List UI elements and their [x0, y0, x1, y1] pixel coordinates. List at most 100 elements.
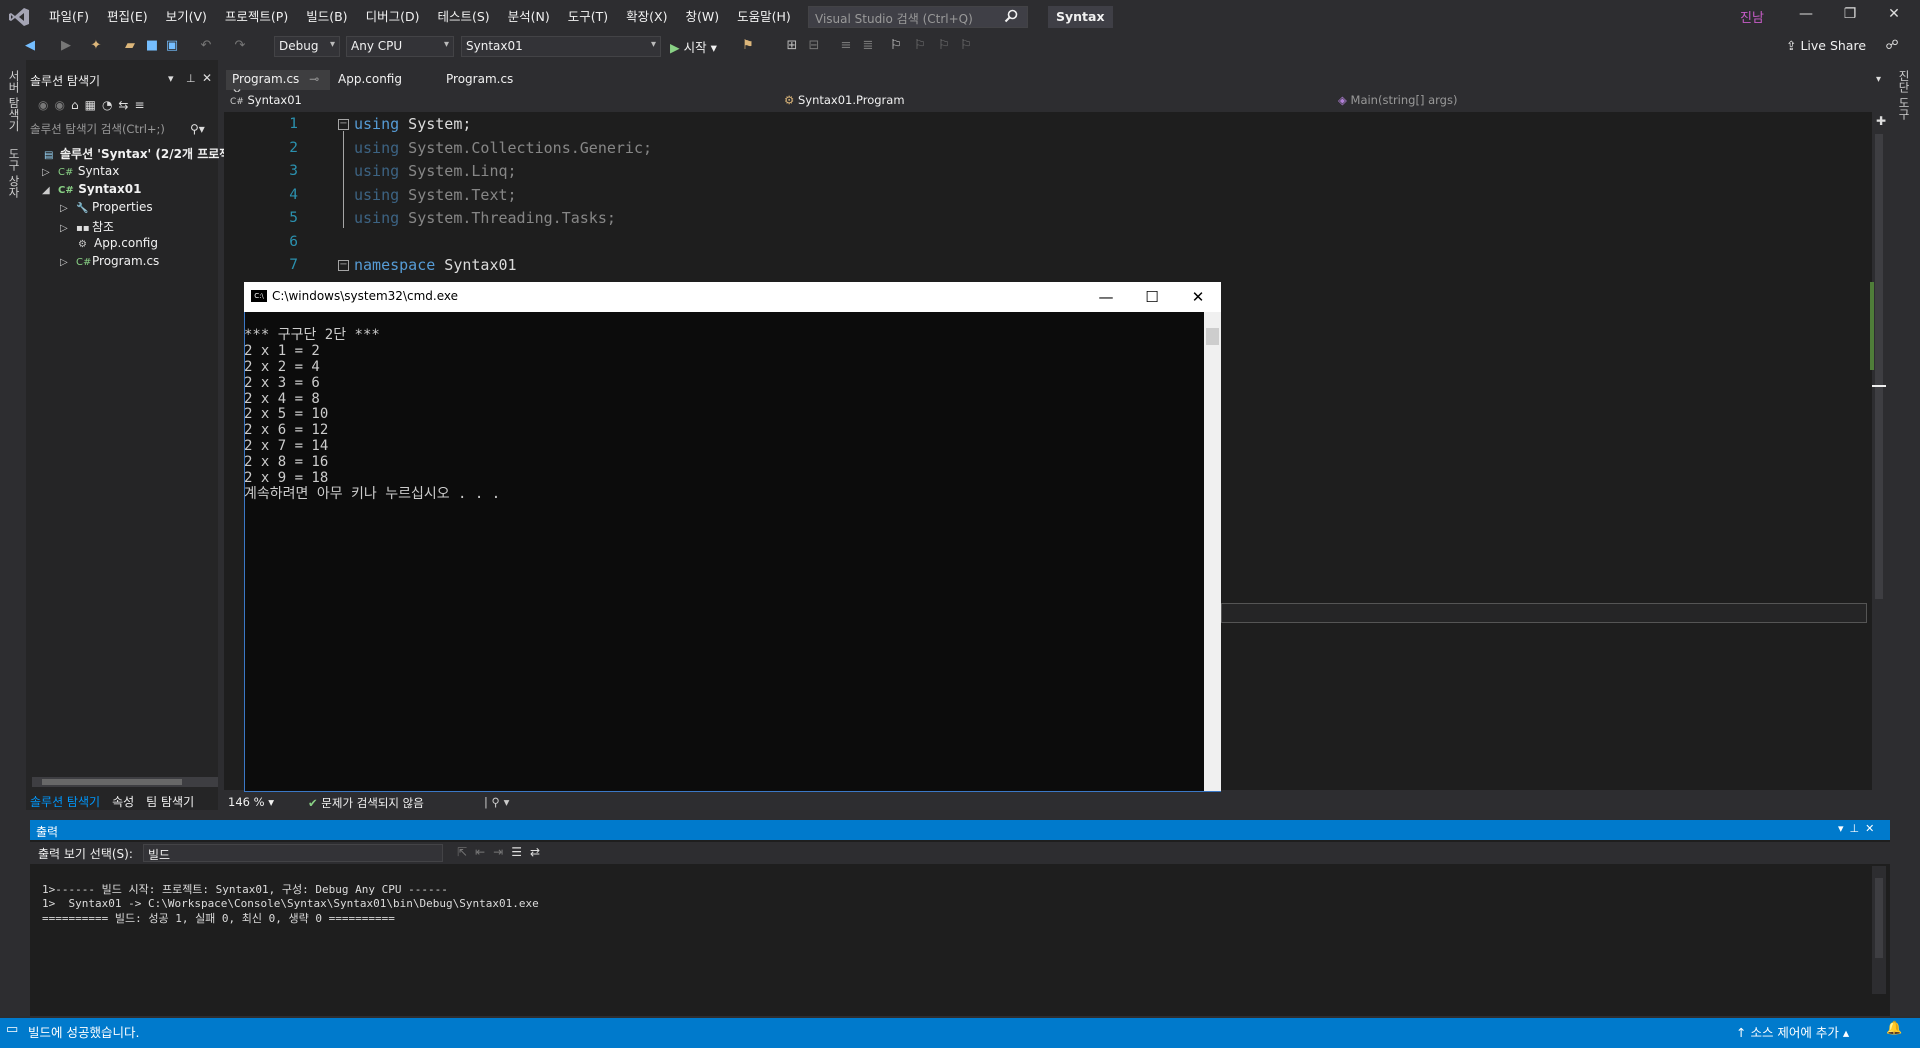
expand-arrow-icon[interactable]: ▷: [60, 203, 76, 214]
menu-tools[interactable]: 도구(T): [559, 8, 617, 26]
undo-icon[interactable]: ↶: [198, 38, 214, 54]
visual-studio-logo-icon[interactable]: [8, 7, 32, 29]
type-nav-dropdown[interactable]: ⚙ Syntax01.Program: [784, 93, 1330, 111]
pin-icon[interactable]: ⊥: [1850, 822, 1866, 835]
issues-indicator[interactable]: ✔ 문제가 검색되지 않음: [308, 795, 424, 811]
config-dropdown[interactable]: Debug: [274, 36, 340, 57]
code-cleanup-icon[interactable]: | ⚲ ▾: [484, 795, 509, 809]
tree-project-syntax01[interactable]: ◢ C# Syntax01: [42, 182, 141, 196]
tab-program-cs[interactable]: Program.cs ⊸ ✕: [226, 70, 330, 100]
comment-icon[interactable]: ≡: [838, 38, 854, 54]
tab-solution-explorer[interactable]: 솔루션 탐색기: [30, 793, 100, 810]
align-icon[interactable]: ⊟: [806, 38, 822, 54]
zoom-level[interactable]: 146 % ▾: [228, 795, 274, 809]
diagnostic-tools-tab[interactable]: 진단 도구: [1896, 70, 1912, 120]
tree-app-config[interactable]: ⚙ App.config: [78, 236, 158, 250]
word-wrap-icon[interactable]: ⇄: [530, 845, 548, 859]
collapse-arrow-icon[interactable]: ◢: [42, 185, 58, 196]
redo-icon[interactable]: ↷: [232, 38, 248, 54]
menu-edit[interactable]: 편집(E): [98, 8, 157, 26]
menu-analyze[interactable]: 분석(N): [499, 8, 559, 26]
output-source-dropdown[interactable]: 빌드: [143, 844, 443, 862]
solution-horizontal-scrollbar[interactable]: [32, 777, 218, 787]
menu-debug[interactable]: 디버그(D): [357, 8, 429, 26]
forward-icon[interactable]: ▶: [58, 38, 74, 54]
close-panel-icon[interactable]: ✕: [1865, 822, 1880, 835]
project-nav-dropdown[interactable]: C# Syntax01: [230, 93, 776, 111]
console-maximize-icon[interactable]: ☐: [1130, 284, 1174, 310]
bookmark-icon[interactable]: ⚐: [888, 38, 904, 54]
tree-references[interactable]: ▷ ▪▪ 참조: [60, 218, 114, 235]
dropdown-arrow-icon[interactable]: ▾: [168, 72, 174, 85]
menu-build[interactable]: 빌드(B): [297, 8, 356, 26]
back-icon[interactable]: ◀: [22, 38, 38, 54]
wrench-icon[interactable]: ≡: [134, 98, 150, 112]
console-minimize-icon[interactable]: —: [1084, 284, 1128, 310]
new-project-icon[interactable]: ✦: [88, 38, 104, 54]
expand-arrow-icon[interactable]: ▷: [60, 223, 76, 234]
fold-toggle-icon[interactable]: −: [338, 260, 349, 271]
dropdown-arrow-icon[interactable]: ▾: [1838, 822, 1850, 835]
user-account[interactable]: 진남: [1740, 7, 1764, 26]
feedback-icon[interactable]: ☍: [1884, 38, 1900, 54]
search-icon[interactable]: ⚲▾: [190, 122, 205, 136]
tab-overflow-icon[interactable]: ▾: [1876, 74, 1881, 85]
expand-arrow-icon[interactable]: ▷: [42, 167, 58, 178]
search-icon[interactable]: [1004, 9, 1018, 23]
forward-icon[interactable]: ◉: [54, 98, 70, 112]
split-icon[interactable]: ✚: [1876, 114, 1886, 128]
live-share-button[interactable]: ⇪ Live Share: [1786, 38, 1866, 53]
member-nav-dropdown[interactable]: ◈ Main(string[] args): [1338, 93, 1868, 111]
clear-bookmarks-icon[interactable]: ⚐: [958, 38, 974, 54]
console-close-icon[interactable]: ✕: [1176, 284, 1220, 310]
startup-project-dropdown[interactable]: Syntax01: [461, 36, 661, 57]
next-message-icon[interactable]: ⇥: [493, 845, 511, 859]
tree-program-cs[interactable]: ▷ C#Program.cs: [60, 254, 159, 268]
uncomment-icon[interactable]: ≣: [860, 38, 876, 54]
menu-project[interactable]: 프로젝트(P): [216, 8, 297, 26]
find-message-icon[interactable]: ⇱: [457, 845, 475, 859]
back-icon[interactable]: ◉: [38, 98, 54, 112]
close-icon[interactable]: ✕: [1874, 6, 1914, 28]
browser-link-icon[interactable]: ⚑: [740, 38, 756, 54]
menu-extensions[interactable]: 확장(X): [617, 8, 676, 26]
server-explorer-tab[interactable]: 서버 탐색기: [6, 70, 22, 131]
prev-message-icon[interactable]: ⇤: [475, 845, 493, 859]
console-title-bar[interactable]: C:\windows\system32\cmd.exe: [244, 282, 1221, 312]
menu-window[interactable]: 창(W): [676, 8, 728, 26]
close-panel-icon[interactable]: ✕: [202, 71, 212, 85]
save-all-icon[interactable]: ▣: [164, 38, 180, 54]
tree-properties[interactable]: ▷ 🔧 Properties: [60, 200, 153, 214]
tree-solution[interactable]: ▤ 솔루션 'Syntax' (2/2개 프로젝: [44, 145, 230, 162]
sync-icon[interactable]: ⇆: [118, 98, 134, 112]
menu-help[interactable]: 도움말(H): [728, 8, 800, 26]
tab-app-config[interactable]: App.config: [332, 70, 432, 90]
menu-file[interactable]: 파일(F): [40, 8, 98, 26]
switch-views-icon[interactable]: ▦: [85, 98, 102, 112]
pin-icon[interactable]: ⊸: [309, 72, 319, 86]
editor-vertical-scrollbar[interactable]: [1872, 112, 1886, 790]
search-input[interactable]: Visual Studio 검색 (Ctrl+Q): [808, 6, 1028, 28]
expand-arrow-icon[interactable]: ▷: [60, 257, 76, 268]
platform-dropdown[interactable]: Any CPU: [346, 36, 454, 57]
toolbox-tab[interactable]: 도구 상자: [6, 148, 22, 198]
tab-program-cs-2[interactable]: Program.cs: [440, 70, 540, 90]
output-scrollbar[interactable]: [1872, 866, 1886, 994]
prev-bookmark-icon[interactable]: ⚐: [912, 38, 928, 54]
restore-icon[interactable]: ❐: [1830, 6, 1870, 28]
home-icon[interactable]: ⌂: [71, 98, 85, 112]
console-scrollbar[interactable]: [1204, 312, 1221, 791]
open-folder-icon[interactable]: ▰: [122, 38, 138, 54]
minimize-icon[interactable]: —: [1786, 6, 1826, 28]
notification-bell-icon[interactable]: 🔔: [1886, 1021, 1902, 1036]
tab-properties[interactable]: 속성: [112, 793, 134, 810]
tab-team-explorer[interactable]: 팀 탐색기: [146, 793, 194, 810]
next-bookmark-icon[interactable]: ⚐: [936, 38, 952, 54]
tree-project-syntax[interactable]: ▷ C# Syntax: [42, 164, 119, 178]
clear-all-icon[interactable]: ☰: [511, 845, 530, 859]
source-control-button[interactable]: ↑ 소스 제어에 추가 ▴: [1736, 1022, 1849, 1041]
menu-test[interactable]: 테스트(S): [428, 8, 498, 26]
pin-icon[interactable]: ⊥: [186, 72, 196, 85]
fold-toggle-icon[interactable]: −: [338, 119, 349, 130]
solution-search-input[interactable]: 솔루션 탐색기 검색(Ctrl+;): [30, 121, 214, 141]
